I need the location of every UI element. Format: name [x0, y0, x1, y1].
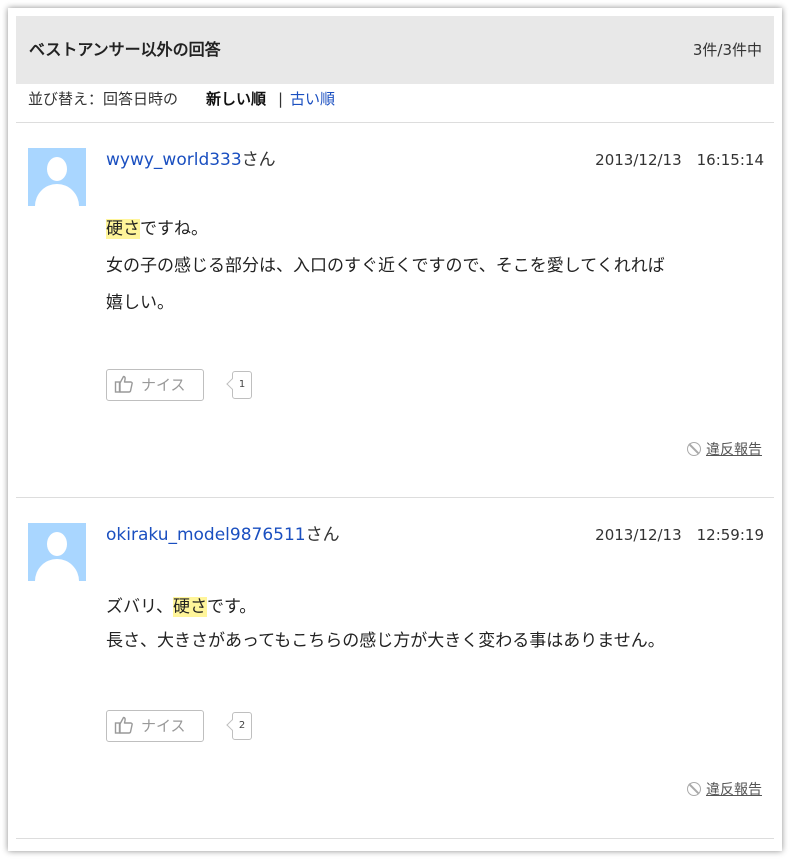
nice-button[interactable]: ナイス [106, 369, 204, 401]
keyword-highlight: 硬さ [172, 597, 207, 617]
thumbs-up-icon [114, 716, 133, 734]
answer-line-3: 嬉しい。 [106, 293, 174, 313]
answerer-name: okiraku_model9876511さん [106, 523, 340, 547]
answer-line-2: 女の子の感じる部分は、入口のすぐ近くですので、そこを愛してくれれば [106, 256, 665, 276]
answer-body: 硬さですね。 女の子の感じる部分は、入口のすぐ近くですので、そこを愛してくれれば… [106, 211, 665, 322]
avatar-head [47, 157, 67, 181]
avatar-shoulders [35, 559, 79, 581]
answer-text: ですね。 [140, 219, 208, 239]
section-title: ベストアンサー以外の回答 [29, 40, 221, 59]
report-link[interactable]: 違反報告 [687, 439, 762, 459]
avatar[interactable] [28, 148, 86, 206]
thumbs-up-icon [114, 375, 133, 393]
report-label: 違反報告 [706, 782, 762, 798]
honorific: さん [241, 150, 276, 170]
prohibited-icon [687, 782, 701, 796]
report-link[interactable]: 違反報告 [687, 779, 762, 799]
keyword-highlight: 硬さ [106, 219, 140, 239]
answer-item: wywy_world333さん 2013/12/13 16:15:14 硬さです… [16, 123, 774, 498]
answer-item: okiraku_model9876511さん 2013/12/13 12:59:… [16, 498, 774, 839]
prohibited-icon [687, 442, 701, 456]
avatar-shoulders [35, 184, 79, 206]
answerer-name: wywy_world333さん [106, 148, 276, 172]
nice-count: 1 [232, 371, 252, 399]
report-label: 違反報告 [706, 442, 762, 458]
username-link[interactable]: okiraku_model9876511 [106, 525, 306, 545]
avatar-head [47, 532, 67, 556]
sort-separator: | [278, 90, 284, 108]
sort-oldest-link[interactable]: 古い順 [290, 84, 335, 114]
sort-label: 並び替え：回答日時の [28, 90, 179, 108]
section-header: ベストアンサー以外の回答 3件/3件中 [16, 16, 774, 84]
answers-panel: ベストアンサー以外の回答 3件/3件中 並び替え：回答日時の 新しい順 | 古い… [8, 8, 782, 851]
username-link[interactable]: wywy_world333 [106, 150, 242, 170]
avatar[interactable] [28, 523, 86, 581]
answer-text: ズバリ、 [106, 597, 173, 617]
answer-datetime: 2013/12/13 16:15:14 [595, 151, 764, 169]
answer-line-2: 長さ、大きさがあってもこちらの感じ方が大きく変わる事はありません。 [106, 631, 665, 651]
nice-count: 2 [232, 712, 252, 740]
answer-line-1: 硬さですね。 [106, 211, 665, 248]
answer-text: です。 [206, 597, 257, 617]
nice-label: ナイス [141, 376, 186, 394]
nice-label: ナイス [141, 717, 186, 735]
answer-count: 3件/3件中 [692, 41, 762, 59]
answer-line-1: ズバリ、硬さです。 [106, 590, 665, 624]
honorific: さん [305, 525, 340, 545]
answer-datetime: 2013/12/13 12:59:19 [595, 526, 764, 544]
sort-bar: 並び替え：回答日時の 新しい順 | 古い順 [16, 84, 774, 123]
nice-button[interactable]: ナイス [106, 710, 204, 742]
sort-newest-active: 新しい順 [206, 90, 267, 108]
answer-body: ズバリ、硬さです。 長さ、大きさがあってもこちらの感じ方が大きく変わる事はありま… [106, 590, 665, 658]
